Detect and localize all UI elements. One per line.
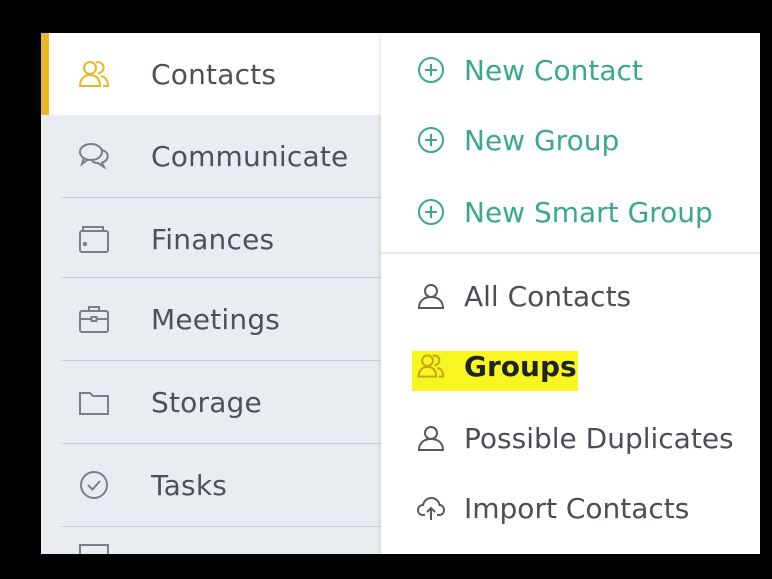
submenu-label: Groups — [464, 349, 577, 383]
briefcase-icon — [77, 302, 111, 336]
sidebar-item-label: Finances — [151, 222, 275, 256]
sidebar-item-finances[interactable]: Finances — [41, 198, 381, 280]
new-smart-group-link[interactable]: New Smart Group — [381, 184, 760, 240]
new-contact-link[interactable]: New Contact — [381, 42, 760, 98]
submenu-label: Import Contacts — [464, 491, 690, 525]
groups-link[interactable]: Groups — [381, 338, 760, 394]
sidebar-item-communicate[interactable]: Communicate — [41, 115, 381, 197]
sidebar-item-tasks[interactable]: Tasks — [41, 444, 381, 526]
app-window: Contacts Communicate Finances Meetings S… — [41, 33, 760, 554]
new-group-link[interactable]: New Group — [381, 112, 760, 168]
sidebar-item-contacts[interactable]: Contacts — [41, 33, 381, 115]
possible-duplicates-link[interactable]: Possible Duplicates — [381, 410, 760, 466]
sidebar-item-more[interactable] — [41, 527, 381, 554]
folder-icon — [77, 385, 111, 419]
sidebar: Contacts Communicate Finances Meetings S… — [41, 33, 381, 554]
check-circle-icon — [77, 468, 111, 502]
sidebar-item-label: Communicate — [151, 139, 349, 173]
person-icon — [414, 279, 448, 313]
submenu-label: All Contacts — [464, 279, 632, 313]
submenu-label: New Smart Group — [464, 195, 713, 229]
submenu-label: New Contact — [464, 53, 643, 87]
submenu-label: New Group — [464, 123, 620, 157]
person-icon — [414, 421, 448, 455]
plus-circle-icon — [414, 195, 448, 229]
chat-icon — [77, 139, 111, 173]
wallet-icon — [77, 222, 111, 256]
sidebar-item-label: Meetings — [151, 302, 281, 336]
sidebar-item-meetings[interactable]: Meetings — [41, 278, 381, 360]
plus-circle-icon — [414, 53, 448, 87]
submenu-label: Possible Duplicates — [464, 421, 734, 455]
screenshot-frame: Contacts Communicate Finances Meetings S… — [0, 0, 772, 579]
plus-circle-icon — [414, 123, 448, 157]
sidebar-item-storage[interactable]: Storage — [41, 361, 381, 443]
partial-icon — [79, 544, 109, 554]
group-icon — [414, 349, 448, 383]
import-contacts-link[interactable]: Import Contacts — [381, 480, 760, 536]
contacts-icon — [77, 57, 111, 91]
divider — [381, 252, 760, 254]
all-contacts-link[interactable]: All Contacts — [381, 268, 760, 324]
sidebar-item-label: Contacts — [151, 57, 277, 91]
contacts-submenu: New Contact New Group New Smart Group Al… — [381, 33, 760, 554]
sidebar-item-label: Storage — [151, 385, 262, 419]
sidebar-item-label: Tasks — [151, 468, 228, 502]
cloud-upload-icon — [414, 491, 448, 525]
